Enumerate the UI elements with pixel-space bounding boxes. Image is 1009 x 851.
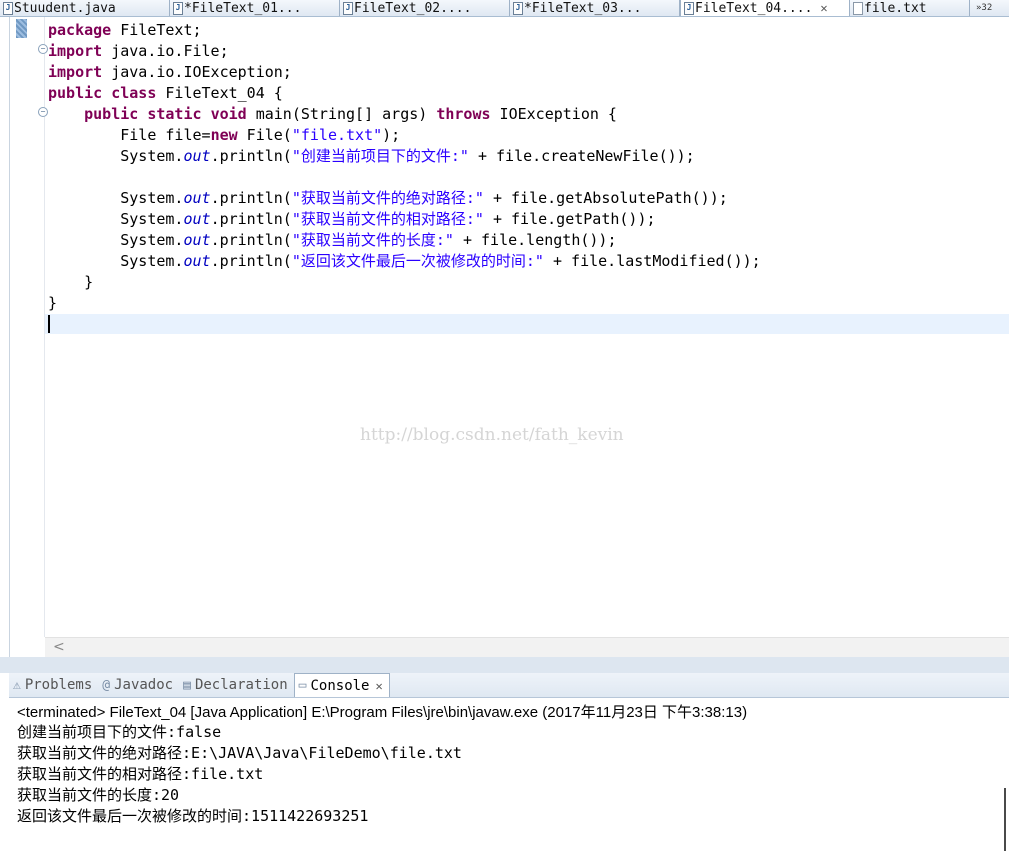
- editor-tab-label: *FileText_03...: [524, 0, 642, 16]
- tab-overflow-indicator[interactable]: »32: [970, 0, 992, 16]
- editor-tab-bar: J Stuudent.java J *FileText_01... J FileText_…: [0, 0, 1009, 17]
- vertical-scrollbar[interactable]: [1004, 788, 1009, 851]
- fold-toggle-main-icon[interactable]: −: [38, 107, 48, 117]
- text-file-icon: [853, 2, 863, 15]
- view-tab-declaration[interactable]: ▤ Declaration: [179, 673, 294, 697]
- editor-tab-label: FileText_04....: [695, 0, 813, 16]
- horizontal-scrollbar[interactable]: <: [45, 637, 1009, 658]
- view-tab-console[interactable]: ▭ Console ✕: [293, 673, 390, 697]
- editor-tab-label: file.txt: [864, 0, 927, 16]
- view-tab-label: Declaration: [194, 677, 288, 693]
- editor-tab-5[interactable]: file.txt: [850, 0, 970, 16]
- java-file-icon: J: [343, 2, 353, 15]
- javadoc-icon: @: [102, 677, 111, 693]
- editor-tab-3[interactable]: J *FileText_03...: [510, 0, 680, 16]
- editor-tab-label: FileText_02....: [354, 0, 472, 16]
- code-line: System.out.println("获取当前文件的绝对路径:" + file…: [48, 189, 728, 207]
- watermark: http://blog.csdn.net/fath_kevin: [360, 425, 624, 445]
- view-splitter[interactable]: [0, 657, 1009, 673]
- editor-tab-0[interactable]: J Stuudent.java: [0, 0, 170, 16]
- view-tab-label: Javadoc: [114, 677, 174, 693]
- editor-tab-1[interactable]: J *FileText_01...: [170, 0, 340, 16]
- view-tab-label: Console: [310, 677, 370, 694]
- code-line: }: [48, 273, 94, 291]
- code-line: package FileText;: [48, 21, 202, 39]
- current-line-highlight: [45, 314, 1009, 334]
- console-output[interactable]: 创建当前项目下的文件:false 获取当前文件的绝对路径:E:\JAVA\Java…: [17, 722, 462, 827]
- editor-tab-2[interactable]: J FileText_02....: [340, 0, 510, 16]
- code-line: import java.io.File;: [48, 42, 229, 60]
- editor-tab-label: Stuudent.java: [14, 0, 116, 16]
- code-line: System.out.println("返回该文件最后一次被修改的时间:" + …: [48, 252, 761, 270]
- scroll-left-icon[interactable]: <: [53, 639, 65, 655]
- java-file-icon: J: [173, 2, 183, 15]
- code-line: import java.io.IOException;: [48, 63, 292, 81]
- code-editor[interactable]: − − package FileText; import java.io.File…: [9, 17, 1009, 658]
- code-line: public static void main(String[] args) t…: [84, 105, 617, 123]
- code-line: System.out.println("创建当前项目下的文件:" + file.…: [48, 147, 695, 165]
- view-tab-bar: ⚠ Problems @ Javadoc ▤ Declaration ▭ Console ✕: [9, 673, 1009, 698]
- console-line: 返回该文件最后一次被修改的时间:1511422693251: [17, 807, 369, 825]
- editor-tab-4[interactable]: J FileText_04.... ✕: [680, 0, 850, 16]
- editor-gutter: − −: [10, 17, 48, 637]
- code-line: System.out.println("获取当前文件的长度:" + file.l…: [48, 231, 617, 249]
- view-tab-problems[interactable]: ⚠ Problems: [9, 673, 98, 697]
- close-tab-icon[interactable]: ✕: [820, 1, 827, 15]
- console-icon: ▭: [298, 678, 307, 693]
- console-process-header: <terminated> FileText_04 [Java Applicati…: [17, 704, 748, 721]
- java-file-icon: J: [684, 2, 694, 15]
- code-text[interactable]: package FileText; import java.io.File; imp…: [48, 20, 761, 314]
- code-line: public class FileText_04 {: [48, 84, 283, 102]
- code-line: System.out.println("获取当前文件的相对路径:" + file…: [48, 210, 656, 228]
- view-tab-label: Problems: [24, 677, 93, 693]
- console-line: 创建当前项目下的文件:false: [17, 723, 222, 741]
- console-view[interactable]: <terminated> FileText_04 [Java Applicati…: [9, 698, 1009, 851]
- problems-icon: ⚠: [13, 677, 21, 693]
- fold-toggle-imports-icon[interactable]: −: [38, 44, 48, 54]
- code-line: File file=new File("file.txt");: [48, 126, 401, 144]
- console-line: 获取当前文件的相对路径:file.txt: [17, 765, 264, 783]
- text-caret: [48, 315, 50, 333]
- declaration-icon: ▤: [183, 677, 191, 693]
- console-line: 获取当前文件的长度:20: [17, 786, 180, 804]
- overview-marker: [16, 19, 27, 38]
- view-tab-javadoc[interactable]: @ Javadoc: [98, 673, 179, 697]
- java-file-icon: J: [3, 2, 13, 15]
- code-line: }: [48, 294, 58, 312]
- console-line: 获取当前文件的绝对路径:E:\JAVA\Java\FileDemo\file.t…: [17, 744, 462, 762]
- close-view-icon[interactable]: ✕: [376, 679, 383, 693]
- editor-tab-label: *FileText_01...: [184, 0, 302, 16]
- java-file-icon: J: [513, 2, 523, 15]
